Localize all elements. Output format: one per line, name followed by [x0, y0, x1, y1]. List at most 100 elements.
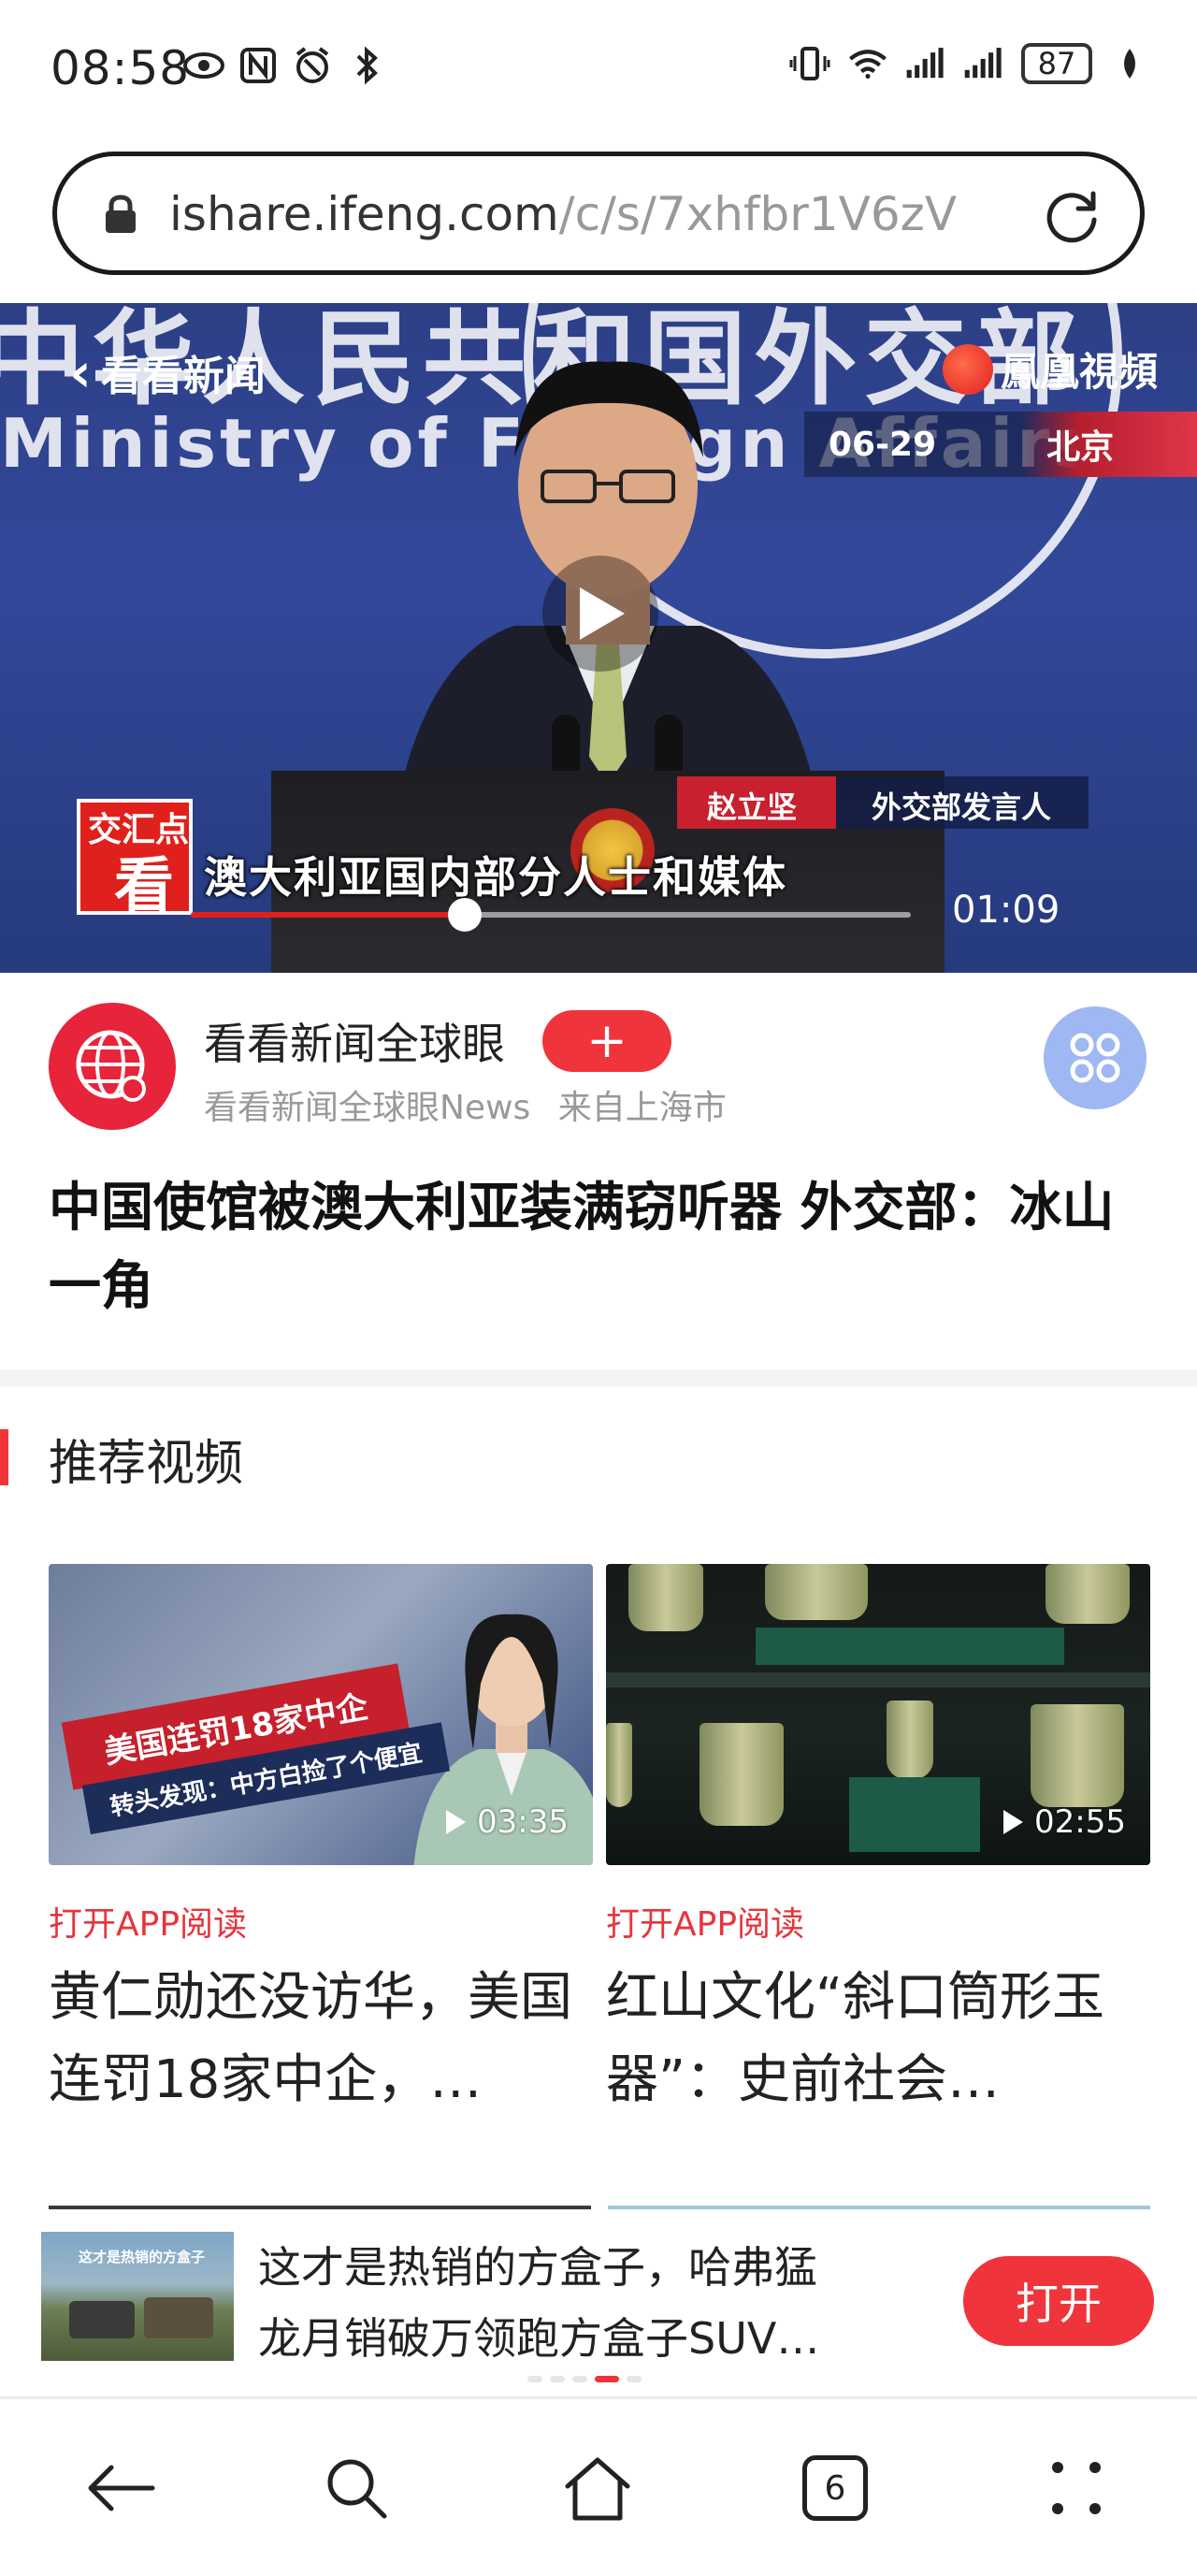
- status-time: 08:58: [50, 41, 191, 95]
- address-bar[interactable]: ishare.ifeng.com/c/s/7xhfbr1V6zV: [52, 152, 1145, 275]
- lock-icon: [102, 194, 139, 235]
- car-image: [144, 2297, 213, 2338]
- menu-button[interactable]: [1034, 2446, 1118, 2530]
- ad-text[interactable]: 这才是热销的方盒子，哈弗猛龙月销破万领跑方盒子SUV…: [258, 2232, 857, 2374]
- phoenix-icon: [942, 343, 993, 395]
- thumbnail-banner: 美国连罚18家中企 转头发现：中方白捡了个便宜: [61, 1657, 451, 1842]
- signal-icon: [963, 43, 1004, 84]
- carousel-dot: [627, 2376, 642, 2382]
- carousel-dot: [595, 2376, 619, 2382]
- author-handle: 看看新闻全球眼News: [204, 1089, 531, 1127]
- video-card-title[interactable]: 红山文化“斜口筒形玉器”：史前社会…: [606, 1957, 1150, 2121]
- ad-thumbnail-caption: 这才是热销的方盒子: [79, 2249, 206, 2265]
- battery-icon: 87: [1021, 43, 1092, 84]
- brand-logo: 鳳凰視頻: [942, 340, 1158, 398]
- jade-artifact: [887, 1700, 933, 1779]
- video-subtitle: 澳大利亚国内部分人士和媒体: [204, 852, 787, 903]
- brand-logo-text: 鳳凰視頻: [1000, 349, 1158, 395]
- status-bar: 08:58 87: [0, 0, 1197, 140]
- status-left-icons: [183, 45, 387, 86]
- battery-level: 87: [1037, 46, 1076, 81]
- ad-thumbnail[interactable]: 这才是热销的方盒子: [41, 2232, 234, 2361]
- jade-artifact: [765, 1564, 868, 1620]
- program-logo-main: 看: [114, 852, 174, 921]
- ad-open-button[interactable]: 打开: [963, 2256, 1154, 2346]
- video-card-duration-text: 03:35: [477, 1803, 569, 1841]
- home-icon: [565, 2457, 630, 2521]
- tabs-count-icon: 6: [802, 2455, 868, 2521]
- author-meta: 看看新闻全球眼News 来自上海市: [204, 1080, 727, 1129]
- status-right-icons: 87: [789, 43, 1150, 84]
- car-image: [69, 2301, 135, 2338]
- wifi-icon: [847, 43, 888, 84]
- video-card-thumbnail[interactable]: 02:55: [606, 1564, 1150, 1865]
- channel-logo-icon: ‹: [69, 340, 92, 404]
- video-card[interactable]: 02:55 打开APP阅读 红山文化“斜口筒形玉器”：史前社会…: [606, 1564, 1150, 2110]
- author-name[interactable]: 看看新闻全球眼: [204, 1010, 505, 1072]
- display-box: [849, 1777, 980, 1852]
- channel-logo: ‹ 看看新闻: [69, 340, 266, 404]
- article-headline: 中国使馆被澳大利亚装满窃听器 外交部：冰山一角: [49, 1178, 1115, 1317]
- video-player[interactable]: 中华人民共和国外交部 Ministry of Foreign Affairs ‹…: [0, 303, 1197, 973]
- jade-artifact: [628, 1564, 703, 1631]
- author-avatar[interactable]: [49, 1003, 176, 1130]
- eye-icon: [183, 45, 224, 86]
- search-button[interactable]: [314, 2446, 398, 2530]
- signal-icon: [905, 43, 946, 84]
- url-host: ishare.ifeng.com: [169, 187, 559, 241]
- video-card-duration: 03:35: [443, 1803, 569, 1841]
- video-progress-fill: [191, 912, 465, 918]
- video-card-duration-text: 02:55: [1034, 1803, 1126, 1841]
- speaker-title: 外交部发言人: [836, 776, 1089, 829]
- back-button[interactable]: [79, 2446, 163, 2530]
- alarm-icon: [292, 45, 333, 86]
- follow-button[interactable]: +: [542, 1010, 671, 1072]
- video-card-title[interactable]: 黄仁勋还没访华，美国连罚18家中企，…: [49, 1957, 593, 2121]
- video-progress-bar[interactable]: [191, 898, 911, 932]
- tabs-button[interactable]: 6: [793, 2446, 877, 2530]
- video-card[interactable]: 美国连罚18家中企 转头发现：中方白捡了个便宜 03:35 打开APP阅读 黄仁…: [49, 1564, 593, 2110]
- url-path: /c/s/7xhfbr1V6zV: [558, 187, 958, 241]
- jade-artifact: [1046, 1564, 1130, 1624]
- section-divider: [0, 1369, 1197, 1386]
- speaker-name-tag: 赵立坚 外交部发言人: [677, 776, 1089, 829]
- program-logo: 交汇点 看: [77, 799, 193, 921]
- leaf-icon: [1109, 43, 1150, 84]
- video-card-duration: 02:55: [1001, 1803, 1126, 1841]
- video-duration: 01:09: [952, 889, 1060, 932]
- carousel-dot: [572, 2376, 587, 2382]
- play-icon: [1003, 1810, 1024, 1834]
- carousel-dot: [527, 2376, 542, 2382]
- bottom-navigation: 6: [0, 2396, 1197, 2576]
- carousel-dot: [550, 2376, 565, 2382]
- jade-artifact: [606, 1723, 632, 1807]
- reload-icon[interactable]: [1041, 184, 1103, 246]
- video-city: 北京: [1046, 428, 1115, 467]
- nfc-icon: [238, 45, 279, 86]
- carousel-dots: [527, 2376, 642, 2382]
- video-date: 06-29: [829, 425, 937, 464]
- display-box: [756, 1628, 1064, 1665]
- jade-artifact: [699, 1723, 784, 1826]
- apps-grid-button[interactable]: [1044, 1006, 1147, 1109]
- search-icon: [327, 2459, 387, 2519]
- play-icon: [446, 1810, 467, 1834]
- play-icon: [580, 587, 625, 640]
- url-text[interactable]: ishare.ifeng.com/c/s/7xhfbr1V6zV: [169, 187, 957, 241]
- author-location: 来自上海市: [557, 1089, 727, 1127]
- home-button[interactable]: [555, 2446, 640, 2530]
- display-shelf: [606, 1672, 1150, 1687]
- grid-icon: [1070, 1033, 1120, 1083]
- next-card-peek: [49, 2206, 591, 2209]
- video-card-thumbnail[interactable]: 美国连罚18家中企 转头发现：中方白捡了个便宜 03:35: [49, 1564, 593, 1865]
- next-card-peek: [608, 2206, 1150, 2209]
- open-app-link[interactable]: 打开APP阅读: [49, 1897, 247, 1946]
- speaker-name: 赵立坚: [677, 776, 836, 829]
- section-accent-bar: [0, 1429, 8, 1485]
- channel-logo-text: 看看新闻: [100, 353, 266, 400]
- more-dots-icon: [1052, 2462, 1101, 2514]
- jade-artifact: [1031, 1704, 1124, 1807]
- video-progress-knob[interactable]: [447, 898, 482, 932]
- play-button[interactable]: [542, 556, 658, 672]
- open-app-link[interactable]: 打开APP阅读: [606, 1897, 804, 1946]
